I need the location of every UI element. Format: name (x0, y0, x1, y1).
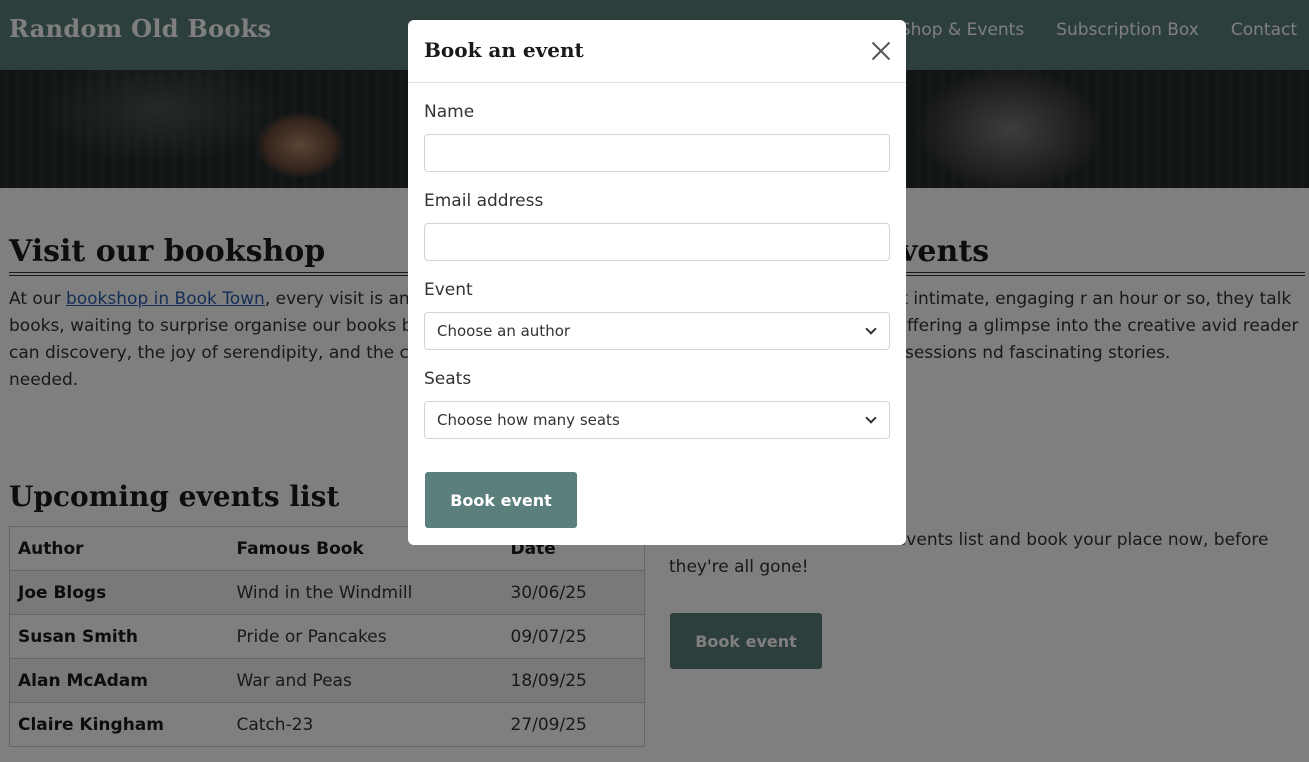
seats-select-value: Choose how many seats (437, 411, 620, 429)
chevron-down-icon (865, 412, 877, 424)
booking-modal: Book an event Name Email address Event C… (408, 20, 906, 545)
name-input[interactable] (424, 134, 890, 172)
seats-select[interactable]: Choose how many seats (424, 401, 890, 439)
name-label: Name (424, 102, 475, 122)
email-label: Email address (424, 191, 544, 211)
chevron-down-icon (865, 323, 877, 335)
close-icon[interactable] (868, 38, 894, 64)
event-label: Event (424, 280, 473, 300)
event-select-value: Choose an author (437, 322, 571, 340)
email-input[interactable] (424, 223, 890, 261)
event-select[interactable]: Choose an author (424, 312, 890, 350)
seats-label: Seats (424, 369, 472, 389)
modal-title: Book an event (424, 38, 584, 62)
modal-book-event-button[interactable]: Book event (425, 472, 577, 528)
modal-header: Book an event (408, 20, 906, 83)
